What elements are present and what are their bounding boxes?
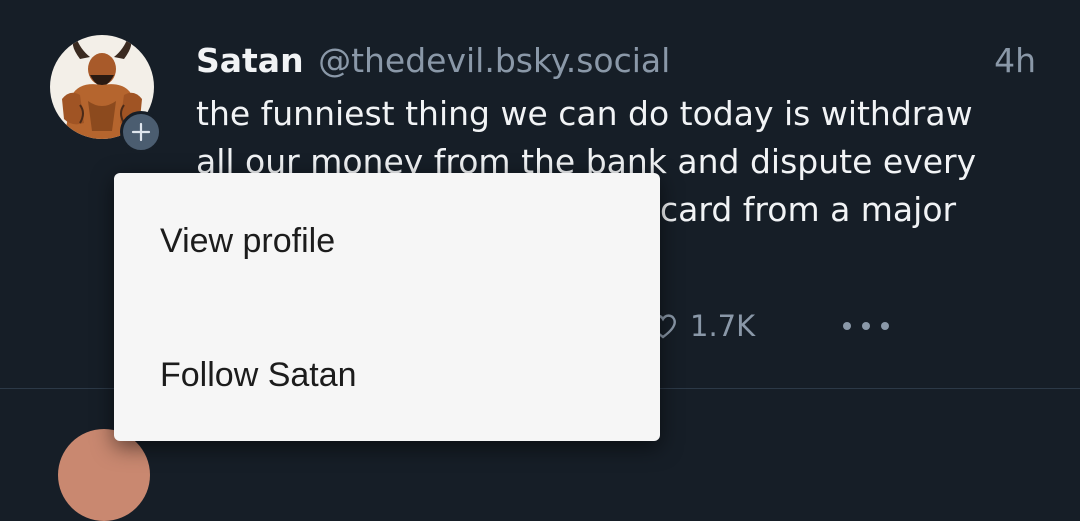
post-author[interactable]: Satan @thedevil.bsky.social xyxy=(196,40,670,82)
post-text-line: the funniest thing we can do today is wi… xyxy=(196,94,973,133)
like-count: 1.7K xyxy=(690,309,756,343)
view-profile-menu-item[interactable]: View profile xyxy=(114,181,660,301)
author-context-menu: View profile Follow Satan xyxy=(114,173,660,441)
author-name[interactable]: Satan xyxy=(196,41,304,80)
like-button[interactable]: 1.7K xyxy=(648,306,755,346)
follow-badge[interactable] xyxy=(120,111,162,153)
more-options-icon xyxy=(843,322,889,330)
author-handle[interactable]: @thedevil.bsky.social xyxy=(318,41,670,80)
plus-icon xyxy=(131,122,151,142)
follow-user-menu-item[interactable]: Follow Satan xyxy=(114,315,660,435)
more-options-button[interactable] xyxy=(838,306,894,346)
post-timestamp[interactable]: 4h xyxy=(994,40,1036,82)
